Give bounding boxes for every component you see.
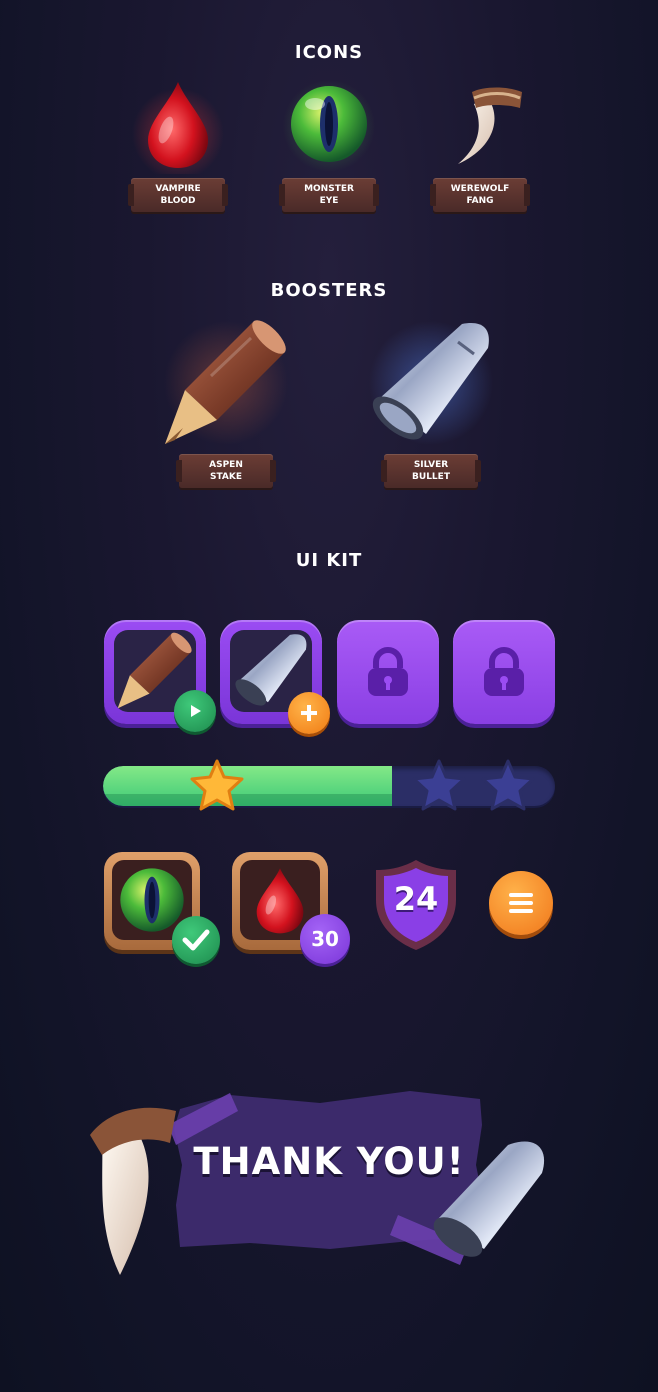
progress-fill (103, 766, 393, 806)
slot-locked[interactable] (337, 620, 439, 724)
slot-aspen-stake[interactable] (104, 620, 216, 732)
thank-you-text: THANK YOU! (193, 1140, 465, 1183)
thank-you-banner (90, 1091, 545, 1275)
slot-silver-bullet[interactable] (220, 620, 330, 734)
booster-label-aspen-stake: ASPEN STAKE (176, 454, 276, 488)
icon-item-werewolf-fang[interactable]: WEREWOLF FANG (415, 78, 545, 212)
boosters-section-title: BOOSTERS (270, 280, 388, 301)
inventory-slot-monster-eye[interactable] (104, 852, 220, 964)
icons-section-title: ICONS (294, 42, 364, 63)
menu-button[interactable] (489, 871, 553, 935)
uikit-section-title: UI KIT (295, 550, 363, 571)
check-badge (172, 916, 220, 964)
star-empty-icon (412, 759, 466, 811)
silver-bullet-icon (369, 321, 493, 445)
count-badge: 30 (300, 914, 350, 964)
icon-label-werewolf-fang: WEREWOLF FANG (430, 178, 530, 212)
add-badge-button[interactable] (288, 692, 330, 734)
icon-label-vampire-blood: VAMPIRE BLOOD (128, 178, 228, 212)
monster-eye-icon (283, 80, 375, 172)
menu-icon (509, 893, 533, 897)
booster-item-aspen-stake[interactable]: ASPEN STAKE (161, 316, 291, 488)
lock-icon (484, 647, 524, 696)
check-icon (182, 929, 210, 951)
icon-item-monster-eye[interactable]: MONSTER EYE (264, 78, 394, 212)
star-earned-icon (190, 759, 244, 811)
icon-label-monster-eye: MONSTER EYE (279, 178, 379, 212)
star-empty-icon (481, 759, 535, 811)
slot-locked[interactable] (453, 620, 555, 724)
werewolf-fang-icon (90, 1107, 176, 1275)
werewolf-fang-icon (458, 87, 522, 164)
booster-label-silver-bullet: SILVER BULLET (381, 454, 481, 488)
plus-icon (301, 705, 317, 721)
play-badge-button[interactable] (174, 690, 216, 732)
icon-item-vampire-blood[interactable]: VAMPIRE BLOOD (113, 78, 243, 212)
blood-drop-icon (132, 82, 224, 174)
booster-item-silver-bullet[interactable]: SILVER BULLET (366, 316, 496, 488)
level-number: 24 (393, 880, 439, 918)
lock-icon (368, 647, 408, 696)
play-icon (191, 705, 201, 717)
aspen-stake-icon (164, 320, 288, 445)
inventory-slot-blood-drop[interactable]: 30 (232, 852, 350, 964)
